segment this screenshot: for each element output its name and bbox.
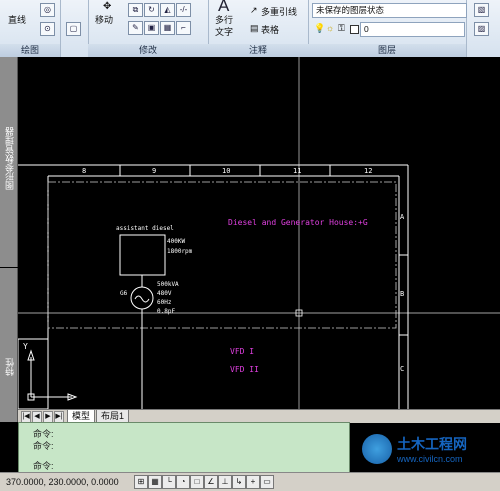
gen-spec-line: 60Hz (157, 299, 172, 306)
lightbulb-icon[interactable]: 💡 (314, 23, 325, 34)
rotate-icon[interactable]: ↻ (144, 3, 159, 17)
sun-icon[interactable]: ☼ (326, 23, 334, 33)
ribbon: 直线 ◎ ⊙ 绘图 ▢ ✥ 移动 ⧉ ↻ ◭ -/- ✎ ▣ ▦ ⌐ 修改 A … (0, 0, 500, 58)
properties-palette[interactable]: 特性 (0, 268, 18, 422)
color-swatch-icon[interactable] (350, 25, 359, 34)
layers-panel: 未保存的图层状态 💡 ☼ ⚿ 0 图层 (308, 0, 467, 57)
copy-icon[interactable]: ⧉ (128, 3, 143, 17)
layer-tool2-icon[interactable]: ▨ (474, 22, 489, 36)
qp-icon[interactable]: ▭ (260, 475, 274, 489)
osnap-icon[interactable]: □ (190, 475, 204, 489)
watermark-logo: 土木工程网 www.civilcn.com (362, 432, 497, 468)
drawing-area[interactable]: 8 9 10 11 12 A B C Diesel and Generator … (18, 57, 500, 409)
grid-column-label: 10 (222, 167, 231, 175)
vfd1-label: VFD I (230, 347, 255, 356)
scale-icon[interactable]: ▣ (144, 21, 159, 35)
sheet-set-palette[interactable]: 图形参数管理器 (0, 57, 18, 267)
fillet-icon[interactable]: ⌐ (176, 21, 191, 35)
grid-row-label: C (400, 365, 405, 373)
mleader-icon[interactable]: ↗ (250, 5, 258, 16)
circle-icon[interactable]: ◎ (40, 3, 55, 17)
lock-icon[interactable]: ⚿ (338, 23, 345, 34)
mleader-label[interactable]: 多重引线 (261, 5, 297, 18)
layers-panel-title[interactable]: 图层 (308, 44, 466, 57)
watermark-emblem (362, 434, 392, 464)
stretch-icon[interactable]: ✎ (128, 21, 143, 35)
grid-row-label: B (400, 290, 405, 298)
sep-panel: ▢ (60, 0, 89, 57)
gen-spec-line: 480V (157, 290, 172, 297)
sheet-set-palette-title: 图形参数管理器 (5, 127, 15, 190)
watermark-name: 土木工程网 (397, 436, 467, 452)
ucs-y-label: Y (23, 342, 28, 351)
motor-spec-line: 400KW (167, 238, 186, 245)
table-icon[interactable]: ▤ (250, 23, 259, 34)
motor-spec-line: 1800rpm (167, 248, 193, 255)
coordinates-readout[interactable]: 370.0000, 230.0000, 0.0000 (6, 477, 119, 487)
grid-column-label: 8 (82, 167, 87, 175)
command-history-line: 命令: (33, 441, 54, 451)
line-button-label[interactable]: 直线 (8, 13, 26, 26)
otrack-icon[interactable]: ∠ (204, 475, 218, 489)
drawing-svg (18, 57, 500, 409)
dyn-icon[interactable]: ↳ (232, 475, 246, 489)
vfd2-label: VFD II (230, 365, 259, 374)
properties-palette-title: 特性 (5, 358, 15, 376)
modify-panel-title[interactable]: 修改 (88, 44, 208, 57)
trim-icon[interactable]: -/- (176, 3, 191, 17)
gen-spec-line: 0.8pF (157, 308, 176, 315)
annotation-panel: A 多行 文字 ↗ 多重引线 ▤ 表格 注释 (208, 0, 309, 57)
draw-panel-title[interactable]: 绘图 (0, 44, 60, 57)
move-button-label[interactable]: 移动 (95, 13, 113, 26)
ortho-icon[interactable]: └ (162, 475, 176, 489)
watermark-url: www.civilcn.com (397, 454, 463, 464)
status-bar: 370.0000, 230.0000, 0.0000 ⊞ ▦ └ ◔ □ ∠ ⊥… (0, 472, 500, 491)
layout-tab-bar: |◀ ◀ ▶ ▶| 模型 布局1 (18, 409, 500, 423)
command-prompt[interactable]: 命令: (33, 459, 54, 472)
layer-tool-icon[interactable]: ▧ (474, 3, 489, 17)
diesel-house-boundary (47, 181, 397, 329)
mtext-label-2[interactable]: 文字 (215, 25, 233, 38)
snap-icon[interactable]: ⊞ (134, 475, 148, 489)
generator-label: G6 (120, 290, 128, 297)
generator-symbol (130, 286, 154, 310)
mirror-icon[interactable]: ◭ (160, 3, 175, 17)
gen-spec-line: 500kVA (157, 281, 179, 288)
polar-icon[interactable]: ◔ (176, 475, 190, 489)
lineweight-icon[interactable]: + (246, 475, 260, 489)
rectangle-icon[interactable]: ▢ (66, 22, 81, 36)
grid-row-label: A (400, 213, 405, 221)
ducs-icon[interactable]: ⊥ (218, 475, 232, 489)
diesel-label: assistant diesel (116, 225, 174, 232)
layer-state-dropdown[interactable]: 未保存的图层状态 (312, 3, 467, 18)
grid-column-label: 11 (293, 167, 302, 175)
annotation-panel-title[interactable]: 注释 (208, 44, 308, 57)
house-title-text: Diesel and Generator House:+G (228, 218, 368, 227)
move-icon[interactable]: ✥ (103, 1, 111, 12)
array-icon[interactable]: ▦ (160, 21, 175, 35)
draw-panel: 直线 ◎ ⊙ 绘图 (0, 0, 61, 57)
diesel-motor-box (119, 234, 166, 276)
ellipse-icon[interactable]: ⊙ (40, 22, 55, 36)
layer-dropdown[interactable]: 0 (360, 22, 465, 37)
ribbon-edge: ▧ ▨ (466, 0, 500, 57)
grid-column-label: 9 (152, 167, 157, 175)
modify-panel: ✥ 移动 ⧉ ↻ ◭ -/- ✎ ▣ ▦ ⌐ 修改 (88, 0, 209, 57)
grid-icon[interactable]: ▦ (148, 475, 162, 489)
command-window[interactable]: 命令: 命令: 命令: (18, 422, 350, 474)
table-label[interactable]: 表格 (261, 23, 279, 36)
grid-column-label: 12 (364, 167, 373, 175)
